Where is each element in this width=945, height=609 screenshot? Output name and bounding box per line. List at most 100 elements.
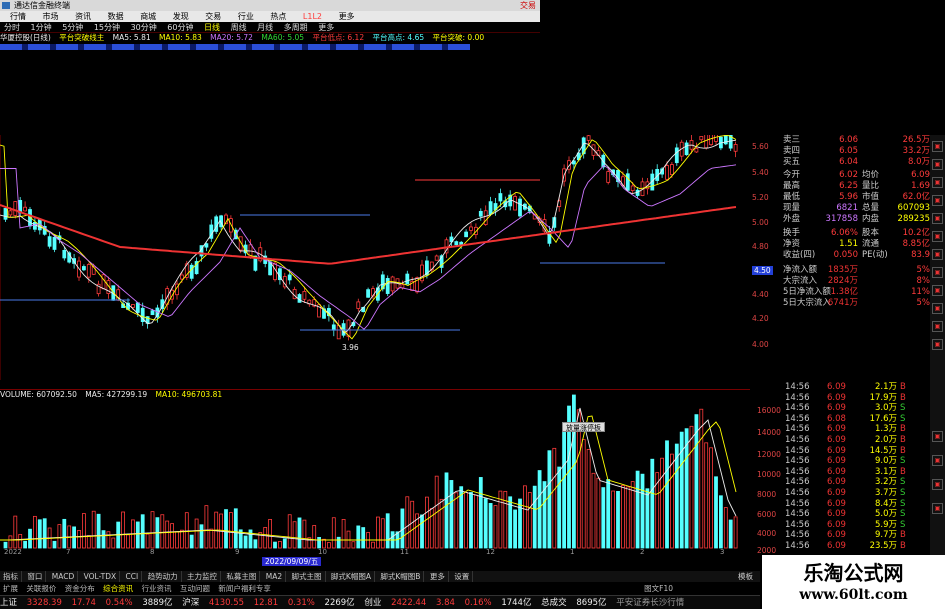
tab-settings[interactable]: 设置 bbox=[451, 571, 474, 582]
period-tab-monthly[interactable]: 月线 bbox=[253, 22, 277, 33]
period-tab-daily[interactable]: 日线 bbox=[200, 22, 224, 33]
volume-bar bbox=[52, 540, 57, 549]
tab-extend[interactable]: 扩展 bbox=[0, 583, 21, 595]
indicator-tab-bar: 指标 窗口 MACD VOL-TDX CCI 趋势动力 主力监控 私募主图 MA… bbox=[0, 571, 760, 582]
period-tab-more[interactable]: 更多 bbox=[314, 22, 338, 33]
volume-chart[interactable] bbox=[0, 390, 750, 555]
period-tab-60min[interactable]: 60分钟 bbox=[163, 22, 197, 33]
tick-side: B bbox=[900, 541, 906, 551]
tick-volume: 1.3万 bbox=[874, 424, 897, 435]
tick-volume: 3.0万 bbox=[874, 403, 897, 414]
tick-volume: 17.9万 bbox=[869, 392, 897, 403]
menu-item-quote[interactable]: 行情 bbox=[10, 12, 26, 21]
menu-item-industry[interactable]: 行业 bbox=[238, 12, 254, 21]
tab-new-user-benefit[interactable]: 新闻户福利专享 bbox=[215, 583, 274, 595]
tab-test-k-b[interactable]: 脚式K帽图B bbox=[377, 571, 425, 582]
period-tab-30min[interactable]: 30分钟 bbox=[127, 22, 161, 33]
side-tool-icon[interactable]: ▣ bbox=[932, 141, 943, 152]
side-tool-icon[interactable]: ▣ bbox=[932, 503, 943, 514]
side-tool-icon[interactable]: ▣ bbox=[932, 303, 943, 314]
tick-list[interactable]: 14:56 6.09 2.1万 B 14:56 6.09 17.9万 B 14:56 6.09 3.… bbox=[783, 382, 930, 552]
volume-bar bbox=[86, 535, 91, 549]
side-tool-icon[interactable]: ▣ bbox=[932, 431, 943, 442]
sz-index-label[interactable]: 沪深 bbox=[182, 598, 199, 608]
candle-body bbox=[488, 201, 493, 215]
tab-general-news[interactable]: 综合资讯 bbox=[100, 583, 136, 595]
trade-button[interactable]: 交易 bbox=[520, 0, 536, 11]
menu-item-data[interactable]: 数据 bbox=[108, 12, 124, 21]
tick-time: 14:56 bbox=[785, 435, 810, 445]
tick-side: B bbox=[900, 392, 906, 403]
tab-industry-news[interactable]: 行业资讯 bbox=[139, 583, 175, 595]
indicator-name-label[interactable]: 平台突破线主 bbox=[59, 33, 104, 42]
side-tool-icon[interactable]: ▣ bbox=[932, 159, 943, 170]
menu-item-hotspot[interactable]: 热点 bbox=[270, 12, 286, 21]
candlestick-chart[interactable] bbox=[0, 135, 750, 380]
candle-body bbox=[630, 185, 635, 191]
quote-row: 卖四 6.05 33.2万 bbox=[783, 146, 930, 157]
price-tick: 4.40 bbox=[752, 290, 769, 299]
side-tool-icon[interactable]: ▣ bbox=[932, 195, 943, 206]
template-button[interactable]: 模板 bbox=[735, 571, 756, 582]
volume-bar bbox=[694, 414, 699, 549]
tab-macd[interactable]: MACD bbox=[49, 571, 79, 582]
volume-bar bbox=[111, 537, 116, 549]
quote-row: 净流入额 1835万 5% bbox=[783, 265, 930, 276]
tab-private-main[interactable]: 私募主图 bbox=[223, 571, 261, 582]
volume-bar bbox=[557, 466, 562, 549]
menu-item-more[interactable]: 更多 bbox=[339, 12, 355, 21]
quote-value: 33.2万 bbox=[902, 146, 930, 156]
quote-value: 1835万 bbox=[827, 265, 858, 275]
quote-label: 5日净流入额 bbox=[783, 287, 831, 297]
tab-main-monitor[interactable]: 主力监控 bbox=[184, 571, 221, 582]
tab-interactive-qa[interactable]: 互动问题 bbox=[177, 583, 213, 595]
menu-item-market[interactable]: 市场 bbox=[43, 12, 59, 21]
menu-item-l1l2[interactable]: L1L2 bbox=[303, 12, 322, 21]
side-tool-icon[interactable]: ▣ bbox=[932, 267, 943, 278]
f10-button[interactable]: 图文F10 bbox=[641, 583, 676, 595]
cy-index-label[interactable]: 创业 bbox=[364, 598, 381, 608]
tab-fund-distribution[interactable]: 资金分布 bbox=[62, 583, 98, 595]
side-tool-icon[interactable]: ▣ bbox=[932, 321, 943, 332]
tick-time: 14:56 bbox=[785, 530, 810, 541]
tab-ma2[interactable]: MA2 bbox=[263, 571, 287, 582]
tab-test-k-a[interactable]: 脚式K帽图A bbox=[328, 571, 375, 582]
menu-item-news[interactable]: 资讯 bbox=[75, 12, 91, 21]
volume-bar bbox=[380, 518, 385, 549]
tab-related-quote[interactable]: 关联报价 bbox=[23, 583, 59, 595]
tab-indicator[interactable]: 指标 bbox=[0, 571, 22, 582]
side-tool-icon[interactable]: ▣ bbox=[932, 339, 943, 350]
volume-tick: 10000 bbox=[757, 470, 781, 479]
volume-bar bbox=[243, 535, 248, 549]
period-tab-1min[interactable]: 1分钟 bbox=[27, 22, 56, 33]
side-tool-icon[interactable]: ▣ bbox=[932, 479, 943, 490]
period-tab-weekly[interactable]: 周线 bbox=[227, 22, 251, 33]
tab-test-main[interactable]: 脚式主图 bbox=[289, 571, 326, 582]
tab-trend-power[interactable]: 趋势动力 bbox=[145, 571, 182, 582]
tab-vol-tdx[interactable]: VOL-TDX bbox=[81, 571, 121, 582]
volume-bar bbox=[606, 479, 611, 549]
menu-item-trade[interactable]: 交易 bbox=[205, 12, 221, 21]
menu-item-discover[interactable]: 发现 bbox=[173, 12, 189, 21]
tab-more[interactable]: 更多 bbox=[427, 571, 449, 582]
period-tab-15min[interactable]: 15分钟 bbox=[90, 22, 124, 33]
volume-bar bbox=[160, 514, 165, 549]
side-tool-icon[interactable]: ▣ bbox=[932, 285, 943, 296]
side-tool-icon[interactable]: ▣ bbox=[932, 177, 943, 188]
side-tool-icon[interactable]: ▣ bbox=[932, 455, 943, 466]
side-tool-icon[interactable]: ▣ bbox=[932, 249, 943, 260]
side-tool-icon[interactable]: ▣ bbox=[932, 213, 943, 224]
price-tick: 5.20 bbox=[752, 193, 769, 202]
tab-cci[interactable]: CCI bbox=[123, 571, 143, 582]
volume-bar bbox=[385, 513, 390, 549]
menu-item-mall[interactable]: 商城 bbox=[140, 12, 156, 21]
tick-time: 14:56 bbox=[785, 445, 810, 456]
tab-window[interactable]: 窗口 bbox=[24, 571, 47, 582]
period-tab-multi[interactable]: 多周期 bbox=[280, 22, 312, 33]
sh-index-label[interactable]: 上证 bbox=[0, 598, 17, 608]
side-tool-icon[interactable]: ▣ bbox=[932, 231, 943, 242]
tick-side: B bbox=[900, 382, 906, 392]
period-tab-5min[interactable]: 5分钟 bbox=[58, 22, 87, 33]
volume-bar bbox=[601, 487, 606, 549]
period-tab-timeshare[interactable]: 分时 bbox=[0, 22, 24, 33]
